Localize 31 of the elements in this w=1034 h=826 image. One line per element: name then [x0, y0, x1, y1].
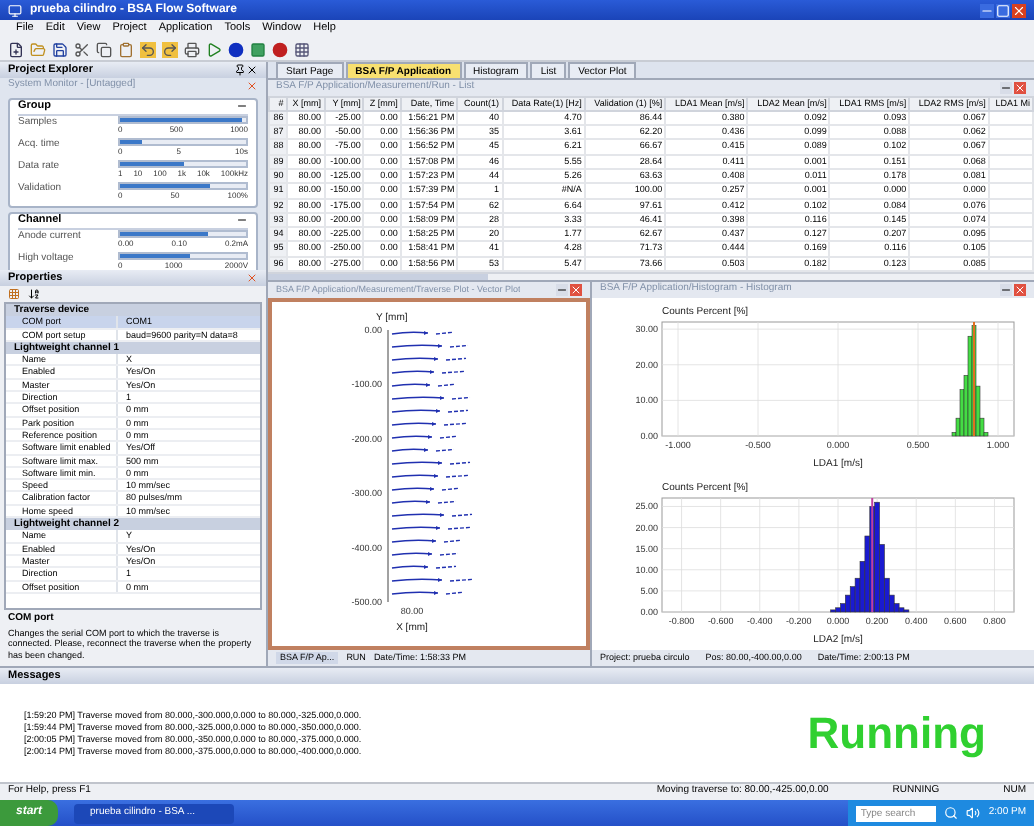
maximize-icon[interactable] [996, 3, 1010, 17]
mean-line [972, 321, 974, 437]
save-icon[interactable] [52, 41, 68, 57]
minimize-icon[interactable] [556, 284, 568, 296]
speaker-icon[interactable] [966, 806, 981, 820]
folder-icon[interactable] [30, 41, 46, 57]
run-status: Running [807, 706, 986, 762]
new-file-icon[interactable] [8, 41, 24, 57]
printer-icon[interactable] [184, 41, 200, 57]
categorized-icon[interactable] [8, 288, 20, 300]
dot-icon[interactable] [272, 41, 288, 57]
copy-icon[interactable] [96, 41, 112, 57]
mean-line [870, 497, 873, 613]
collapse-icon[interactable] [236, 100, 248, 112]
minimize-icon[interactable] [980, 3, 994, 17]
grid-icon[interactable] [294, 41, 310, 57]
close-icon[interactable] [246, 64, 258, 76]
search-icon[interactable] [944, 806, 959, 820]
collapse-icon[interactable] [236, 214, 248, 226]
redo-icon[interactable] [162, 41, 178, 57]
minimize-icon[interactable] [1000, 81, 1012, 94]
clipboard-icon[interactable] [118, 41, 134, 57]
sort-icon[interactable] [28, 288, 40, 300]
undo-icon[interactable] [140, 41, 156, 57]
scissors-icon[interactable] [74, 41, 90, 57]
stop-icon[interactable] [250, 41, 266, 57]
app-icon [8, 3, 22, 17]
play-icon[interactable] [206, 41, 222, 57]
minimize-icon[interactable] [1000, 284, 1012, 296]
pin-icon[interactable] [234, 64, 246, 76]
record-icon[interactable] [228, 41, 244, 57]
